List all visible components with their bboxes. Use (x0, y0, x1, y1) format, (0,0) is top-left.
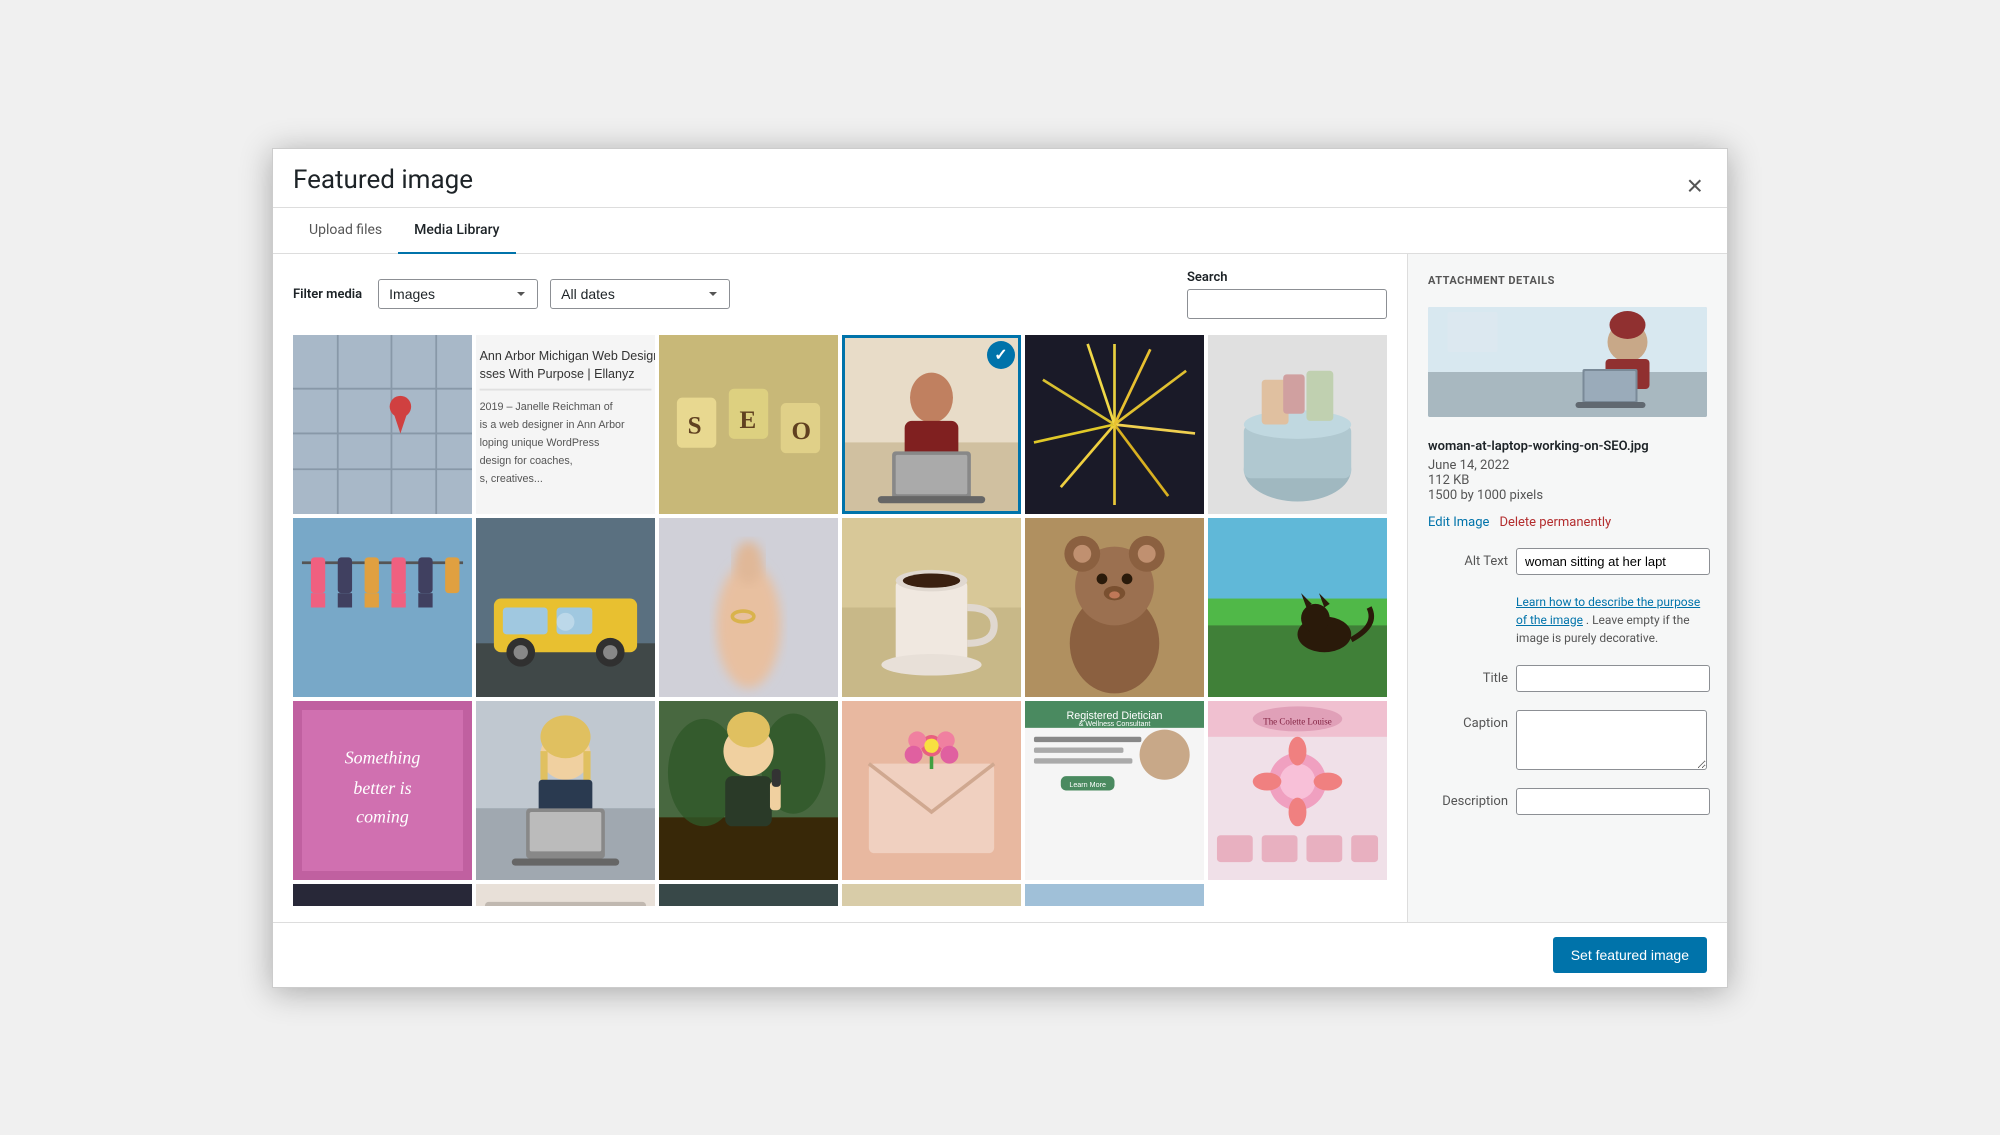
search-input[interactable] (1187, 289, 1387, 319)
description-label: Description (1428, 788, 1508, 809)
filter-bar: Filter media Images All dates Search (293, 270, 1387, 319)
alt-text-input[interactable] (1516, 548, 1710, 575)
media-item[interactable] (842, 701, 1021, 880)
media-item[interactable] (1025, 518, 1204, 697)
svg-text:better is: better is (353, 778, 411, 798)
svg-text:Learn More: Learn More (1069, 780, 1106, 788)
filter-type-select[interactable]: Images (378, 279, 538, 309)
media-item[interactable] (293, 518, 472, 697)
svg-text:& Wellness Consultant: & Wellness Consultant (1079, 720, 1151, 728)
set-featured-image-button[interactable]: Set featured image (1553, 937, 1707, 973)
attachment-actions: Edit Image Delete permanently (1428, 515, 1707, 530)
media-item[interactable] (659, 701, 838, 880)
filter-date-select[interactable]: All dates (550, 279, 730, 309)
title-row: Title (1428, 665, 1707, 692)
media-item[interactable] (1025, 335, 1204, 514)
svg-text:design for coaches,: design for coaches, (480, 454, 573, 466)
media-item[interactable] (659, 884, 838, 906)
svg-text:loping unique WordPress: loping unique WordPress (480, 436, 600, 448)
media-item[interactable] (476, 884, 655, 906)
attachment-details-panel: ATTACHMENT DETAILS (1407, 254, 1727, 922)
alt-text-note: Learn how to describe the purpose of the… (1516, 593, 1707, 647)
caption-row: Caption (1428, 710, 1707, 770)
media-grid-wrapper[interactable]: Ann Arbor Michigan Web Design fo sses Wi… (293, 335, 1387, 906)
svg-text:coming: coming (356, 806, 409, 826)
media-item[interactable] (1025, 884, 1204, 906)
svg-text:The Colette Louise: The Colette Louise (1263, 716, 1332, 726)
media-item[interactable] (293, 884, 472, 906)
media-item[interactable]: The Colette Louise (1208, 701, 1387, 880)
title-label: Title (1428, 665, 1508, 686)
attachment-thumbnail (1428, 307, 1707, 417)
media-item[interactable] (476, 518, 655, 697)
alt-text-row: Alt Text (1428, 548, 1707, 575)
delete-image-link[interactable]: Delete permanently (1499, 515, 1611, 530)
alt-text-label: Alt Text (1428, 548, 1508, 569)
tab-upload[interactable]: Upload files (293, 208, 398, 254)
media-item[interactable]: Something better is coming (293, 701, 472, 880)
description-row: Description (1428, 788, 1707, 815)
media-item[interactable] (1208, 335, 1387, 514)
attachment-filename: woman-at-laptop-working-on-SEO.jpg June … (1428, 439, 1707, 503)
search-area: Search (1187, 270, 1387, 319)
close-button[interactable]: × (1683, 172, 1707, 200)
tab-media-library[interactable]: Media Library (398, 208, 515, 254)
filter-label: Filter media (293, 287, 362, 302)
modal-title: Featured image (293, 165, 473, 207)
media-item[interactable] (659, 518, 838, 697)
attachment-details-title: ATTACHMENT DETAILS (1428, 274, 1707, 287)
media-item[interactable]: S E O (659, 335, 838, 514)
search-label: Search (1187, 270, 1387, 285)
media-area: Filter media Images All dates Search (273, 254, 1407, 922)
media-item[interactable] (476, 701, 655, 880)
title-input[interactable] (1516, 665, 1710, 692)
media-item[interactable] (842, 518, 1021, 697)
media-item[interactable]: ng money you didn't ev nk you had... (842, 884, 1021, 906)
modal-body: Filter media Images All dates Search (273, 254, 1727, 922)
selected-check-badge: ✓ (987, 341, 1015, 369)
svg-text:s, creatives...: s, creatives... (480, 472, 543, 484)
media-item[interactable]: Ann Arbor Michigan Web Design fo sses Wi… (476, 335, 655, 514)
media-item[interactable] (1208, 518, 1387, 697)
svg-text:Something: Something (345, 747, 421, 767)
edit-image-link[interactable]: Edit Image (1428, 515, 1489, 530)
svg-text:2019 – Janelle Reichman of: 2019 – Janelle Reichman of (480, 401, 613, 413)
svg-text:sses With Purpose | Ellanyz: sses With Purpose | Ellanyz (480, 366, 635, 380)
svg-text:Ann Arbor Michigan Web Design: Ann Arbor Michigan Web Design fo (480, 349, 655, 363)
media-item[interactable] (293, 335, 472, 514)
tab-bar: Upload files Media Library (273, 208, 1727, 254)
caption-label: Caption (1428, 710, 1508, 731)
description-input[interactable] (1516, 788, 1710, 815)
svg-text:E: E (740, 407, 757, 434)
media-item[interactable]: Registered Dietician & Wellness Consulta… (1025, 701, 1204, 880)
modal-footer: Set featured image (273, 922, 1727, 987)
modal-dialog: Featured image × Upload files Media Libr… (272, 148, 1728, 988)
modal-header: Featured image × (273, 149, 1727, 208)
caption-textarea[interactable] (1516, 710, 1707, 770)
media-grid: Ann Arbor Michigan Web Design fo sses Wi… (293, 335, 1387, 906)
svg-text:O: O (791, 417, 810, 444)
svg-text:is a web designer in Ann Arbor: is a web designer in Ann Arbor (480, 419, 625, 431)
media-item-selected[interactable]: ✓ (842, 335, 1021, 514)
svg-text:S: S (688, 412, 702, 439)
